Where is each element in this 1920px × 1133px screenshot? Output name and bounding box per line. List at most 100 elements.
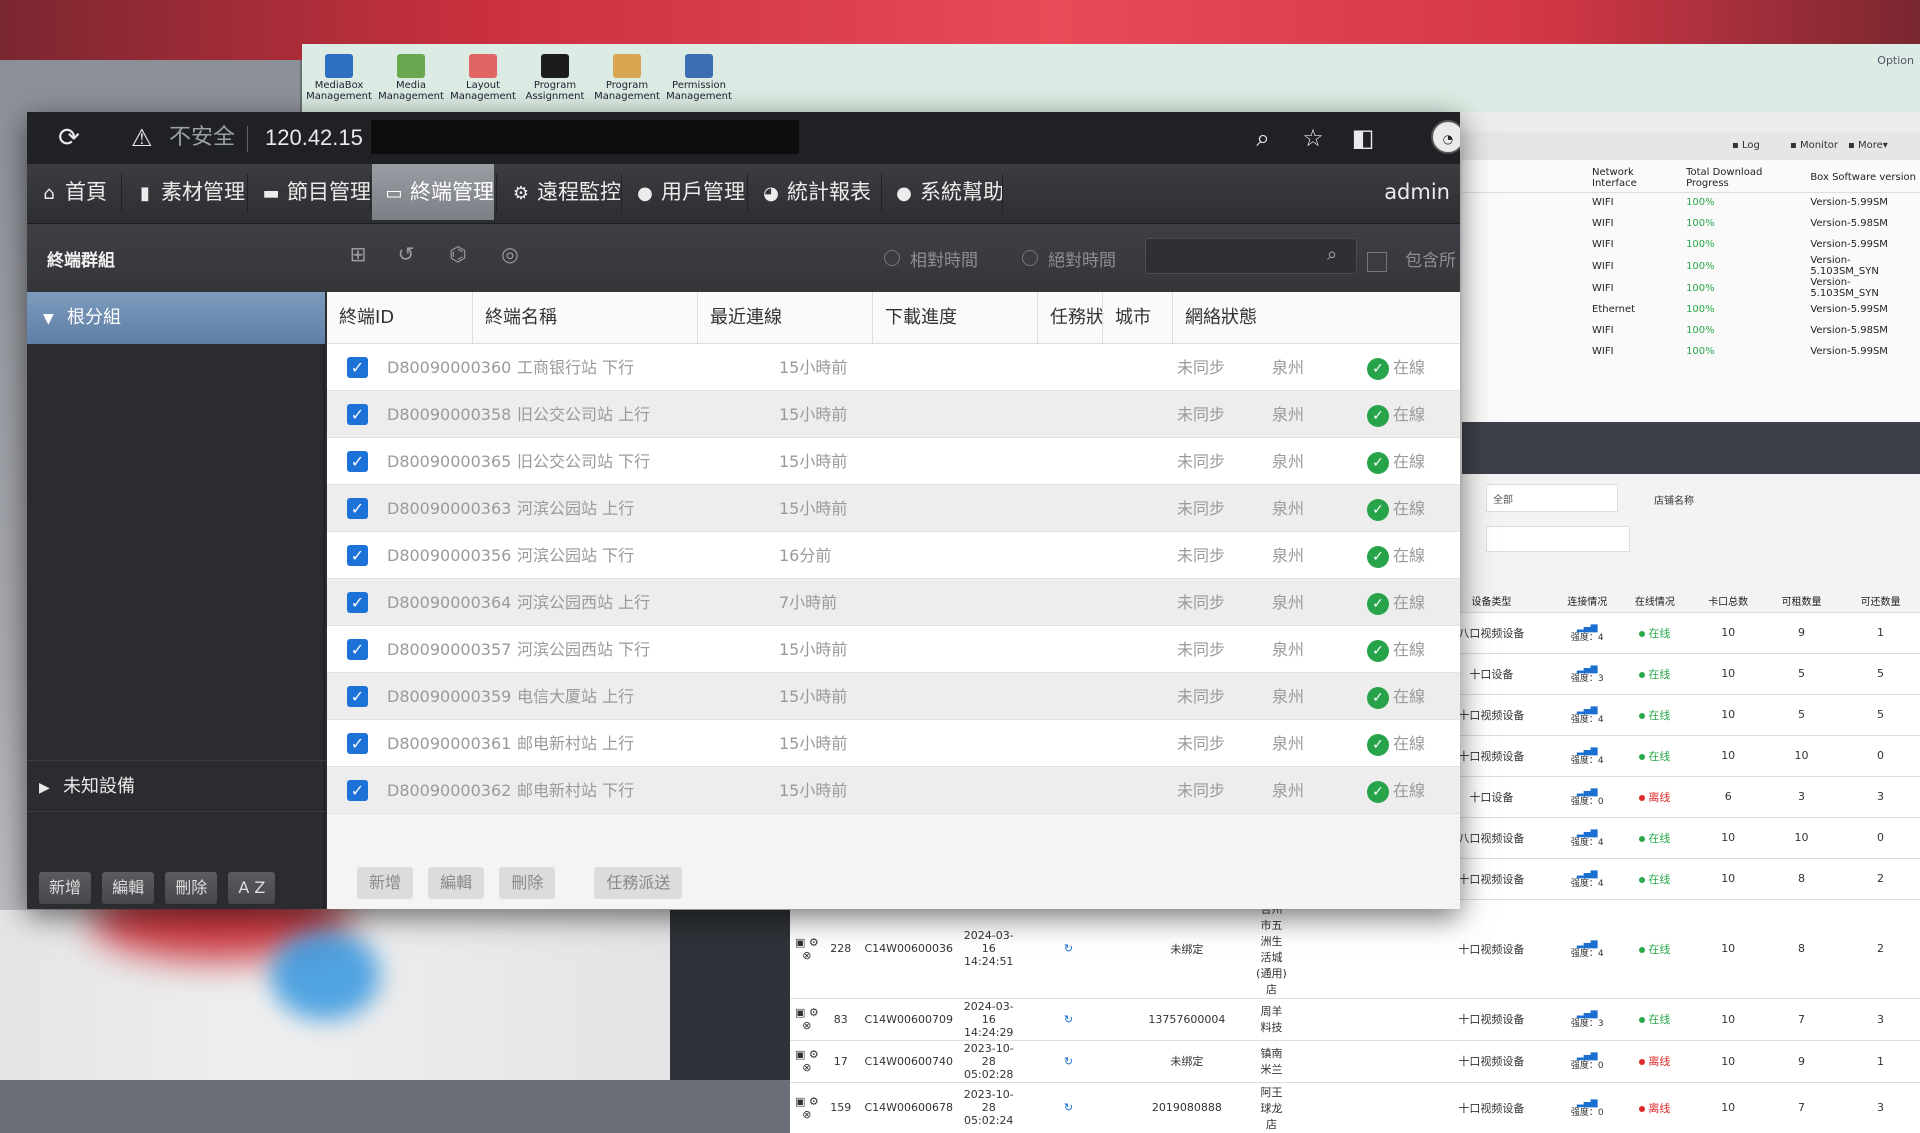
add-terminal-button[interactable]: 新增 bbox=[357, 867, 414, 899]
search-input[interactable] bbox=[1145, 238, 1357, 274]
row-checkbox[interactable]: ✓ bbox=[347, 592, 368, 613]
menu-item-3[interactable]: ▭ 終端管理 bbox=[372, 164, 494, 220]
ribbon-item[interactable]: MediaBox Management bbox=[306, 54, 372, 102]
row-checkbox[interactable]: ✓ bbox=[347, 404, 368, 425]
row-checkbox[interactable]: ✓ bbox=[347, 498, 368, 519]
table-row[interactable]: ✓ D80090000357 河滨公园西站 下行 15小時前 未同步 泉州 ✓ 在線 bbox=[327, 626, 1460, 673]
omnibox[interactable]: ⚠ 不安全 120.42.15 bbox=[111, 118, 1381, 158]
unknown-device-item[interactable]: ▶ 未知設備 bbox=[27, 760, 325, 812]
root-group-item[interactable]: ▼ 根分組 bbox=[27, 292, 325, 344]
zoom-icon[interactable]: ⌕ bbox=[1247, 122, 1279, 154]
ribbon-item[interactable]: Media Management bbox=[378, 54, 444, 102]
filter-input[interactable] bbox=[1486, 526, 1630, 552]
not-secure-label[interactable]: 不安全 bbox=[169, 124, 235, 152]
filter-label: 店铺名称 bbox=[1654, 496, 1694, 507]
column-header[interactable]: 終端名稱 bbox=[472, 292, 697, 344]
refresh-icon[interactable]: ↻ bbox=[1064, 942, 1073, 955]
user-name[interactable]: admin bbox=[1384, 164, 1450, 220]
star-icon[interactable]: ☆ bbox=[1297, 122, 1329, 154]
menu-item-0[interactable]: ⌂ 首頁 bbox=[27, 164, 119, 220]
table-row[interactable]: ✓ D80090000365 旧公交公司站 下行 15小時前 未同步 泉州 ✓ 在線 bbox=[327, 438, 1460, 485]
avatar[interactable]: ◔ bbox=[1431, 120, 1460, 154]
refresh-icon[interactable]: ↻ bbox=[1064, 1013, 1073, 1026]
search-icon[interactable]: ⌕ bbox=[1327, 244, 1337, 265]
sidebar-delete-button[interactable]: 刪除 bbox=[165, 872, 218, 904]
sidebar-sort-button[interactable]: A Z bbox=[228, 872, 276, 904]
option-label[interactable]: Option bbox=[1877, 54, 1914, 67]
table-row[interactable]: ✓ D80090000361 邮电新村站 上行 15小時前 未同步 泉州 ✓ 在線 bbox=[327, 720, 1460, 767]
terminal-name: 邮电新村站 下行 bbox=[517, 781, 635, 800]
ribbon-item[interactable]: Layout Management bbox=[450, 54, 516, 102]
row-checkbox[interactable]: ✓ bbox=[347, 686, 368, 707]
delete-terminal-button[interactable]: 刪除 bbox=[499, 867, 556, 899]
table-row[interactable]: ✓ D80090000359 电信大厦站 上行 15小時前 未同步 泉州 ✓ 在線 bbox=[327, 673, 1460, 720]
root-group-label: 根分組 bbox=[67, 307, 121, 328]
status-text: 在线 bbox=[1648, 626, 1671, 640]
table-buttons: 新增 編輯 刪除 任務派送 bbox=[357, 867, 692, 899]
tool-0[interactable]: ▪ Log bbox=[1732, 140, 1760, 151]
column-header[interactable]: 終端ID bbox=[327, 292, 472, 344]
gamepad-icon[interactable]: ⌬ bbox=[445, 242, 471, 266]
absolute-time-radio[interactable] bbox=[1022, 250, 1038, 266]
ribbon-item[interactable]: Program Assignment bbox=[522, 54, 588, 102]
row-checkbox[interactable]: ✓ bbox=[347, 733, 368, 754]
side-panel-icon[interactable]: ◧ bbox=[1347, 122, 1379, 154]
refresh-icon[interactable]: ↻ bbox=[1064, 1101, 1073, 1114]
relative-time-radio[interactable] bbox=[884, 250, 900, 266]
sidebar-add-button[interactable]: 新增 bbox=[39, 872, 92, 904]
table-row[interactable]: ✓ D80090000356 河滨公园站 下行 16分前 未同步 泉州 ✓ 在線 bbox=[327, 532, 1460, 579]
device-cell: ▣ ⚙ ⊗ bbox=[790, 1039, 824, 1082]
refresh-icon[interactable]: ↻ bbox=[1064, 1055, 1073, 1068]
menu-item-4[interactable]: ⚙ 遠程監控 bbox=[499, 164, 621, 220]
menu-item-label: 首頁 bbox=[65, 180, 107, 204]
table-row[interactable]: ✓ D80090000360 工商银行站 下行 15小時前 未同步 泉州 ✓ 在線 bbox=[327, 344, 1460, 391]
undo-icon[interactable]: ↺ bbox=[393, 242, 419, 266]
column-header[interactable]: 任務狀態 bbox=[1037, 292, 1112, 380]
device-cell: 阿王球龙店 bbox=[1254, 1081, 1289, 1133]
device-cell: 7 bbox=[1762, 997, 1841, 1040]
dispatch-task-button[interactable]: 任務派送 bbox=[594, 867, 683, 899]
sidebar-edit-button[interactable]: 編輯 bbox=[102, 872, 155, 904]
edit-terminal-button[interactable]: 編輯 bbox=[428, 867, 485, 899]
task-status: 未同步 bbox=[1177, 405, 1226, 424]
column-header[interactable]: 下載進度 bbox=[872, 292, 1037, 344]
row-checkbox[interactable]: ✓ bbox=[347, 357, 368, 378]
menu-separator bbox=[1002, 174, 1003, 212]
device-row: ▣ ⚙ ⊗ 159 C14W00600678 2023-10-28 05:02:24 ↻… bbox=[790, 1081, 1920, 1133]
table-row[interactable]: ✓ D80090000363 河滨公园站 上行 15小時前 未同步 泉州 ✓ 在線 bbox=[327, 485, 1460, 532]
blurred-blue-shape bbox=[270, 930, 380, 1020]
table-row[interactable]: ✓ D80090000358 旧公交公司站 上行 15小時前 未同步 泉州 ✓ 在線 bbox=[327, 391, 1460, 438]
menu-item-5[interactable]: ● 用戶管理 bbox=[623, 164, 745, 220]
target-icon[interactable]: ◎ bbox=[497, 242, 523, 266]
column-header[interactable]: 最近連線 bbox=[697, 292, 872, 344]
table-row[interactable]: ✓ D80090000364 河滨公园西站 上行 7小時前 未同步 泉州 ✓ 在線 bbox=[327, 579, 1460, 626]
add-group-icon[interactable]: ⊞ bbox=[345, 242, 371, 266]
column-header[interactable]: 網絡狀態 bbox=[1172, 292, 1460, 344]
row-checkbox[interactable]: ✓ bbox=[347, 545, 368, 566]
tool-2[interactable]: ▪ More▾ bbox=[1848, 140, 1888, 151]
include-checkbox[interactable] bbox=[1367, 252, 1387, 272]
menu-item-7[interactable]: ● 系統幫助 bbox=[882, 164, 1004, 220]
row-checkbox[interactable]: ✓ bbox=[347, 451, 368, 472]
ribbon-item[interactable]: Permission Management bbox=[666, 54, 732, 102]
ribbon-label-bottom: Management bbox=[306, 91, 372, 102]
device-cell: ▂▄▆ 强度：4 bbox=[1559, 611, 1616, 653]
last-connection: 15小時前 bbox=[779, 358, 848, 377]
menu-item-1[interactable]: ▮ 素材管理 bbox=[123, 164, 245, 220]
tool-1[interactable]: ▪ Monitor bbox=[1790, 140, 1838, 151]
menu-item-6[interactable]: ◕ 統計報表 bbox=[749, 164, 879, 220]
row-checkbox[interactable]: ✓ bbox=[347, 780, 368, 801]
device-cell: 10 bbox=[1694, 898, 1763, 998]
signal-icon: ▂▄▆ bbox=[1576, 1009, 1598, 1019]
row-checkbox[interactable]: ✓ bbox=[347, 639, 368, 660]
table-row[interactable]: ✓ D80090000362 邮电新村站 下行 15小時前 未同步 泉州 ✓ 在線 bbox=[327, 767, 1460, 814]
ribbon-item[interactable]: Program Management bbox=[594, 54, 660, 102]
status-dot-icon bbox=[1639, 1059, 1646, 1065]
online-check-icon: ✓ bbox=[1367, 404, 1389, 427]
column-header[interactable]: 城市 bbox=[1102, 292, 1172, 344]
url-text[interactable]: 120.42.15 bbox=[265, 122, 363, 154]
reload-icon[interactable]: ⟳ bbox=[53, 122, 85, 154]
online-check-icon: ✓ bbox=[1367, 733, 1389, 756]
menu-item-2[interactable]: ▬ 節目管理 bbox=[249, 164, 371, 220]
filter-select[interactable]: 全部 bbox=[1486, 484, 1618, 512]
